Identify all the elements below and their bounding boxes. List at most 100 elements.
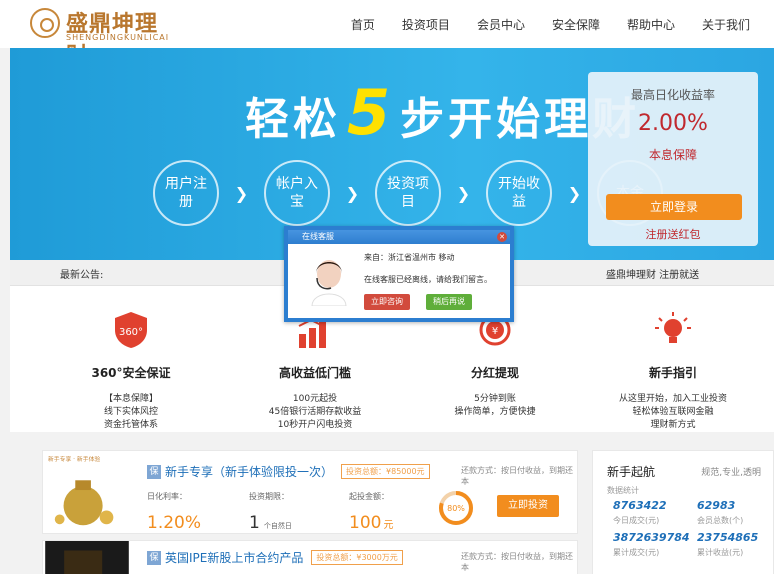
feature-desc-line: 【本息保障】	[103, 394, 158, 404]
chevron-right-icon: ❯	[456, 183, 471, 203]
logo-emblem-icon	[30, 8, 60, 38]
lightbulb-icon	[655, 312, 691, 343]
slogan-part-a: 轻松	[245, 94, 341, 145]
term-unit: 个自然日	[263, 522, 292, 530]
min-amount-unit: 元	[383, 520, 394, 531]
panel-title: 新手起航	[607, 465, 656, 479]
guarantee-text: 本息保障	[648, 148, 697, 162]
svg-text:¥: ¥	[492, 326, 498, 337]
product-name[interactable]: 新手专享（新手体验限投一次）	[165, 463, 333, 480]
close-icon[interactable]: ✕	[497, 232, 507, 242]
repay-method: 还款方式：按日付收益，到期还本	[461, 552, 573, 572]
feature-desc: 【本息保障】 线下实体风控 资金托管体系	[46, 393, 216, 432]
feature-desc-line: 资金托管体系	[103, 420, 158, 430]
offline-message: 在线客服已经离线，请给我们留言。	[364, 275, 492, 284]
invest-now-button[interactable]: 立即投资	[497, 495, 559, 517]
agent-avatar	[311, 260, 347, 306]
feature-desc-line: 操作简单，方便快捷	[454, 407, 536, 417]
later-button[interactable]: 稍后再说	[426, 294, 472, 310]
nav-projects[interactable]: 投资项目	[402, 16, 450, 33]
term-number: 1	[249, 513, 260, 533]
nav-help[interactable]: 帮助中心	[627, 16, 675, 33]
rate-label: 日化利率：	[147, 492, 187, 501]
nav-about[interactable]: 关于我们	[702, 16, 750, 33]
site-header: 盛鼎坤理财 SHENGDINGKUNLICAI 首页 投资项目 会员中心 安全保…	[0, 0, 774, 69]
feature-desc-line: 10秒开户闪电投资	[277, 420, 353, 430]
max-rate-value: 2.00%	[638, 111, 708, 136]
page: 盛鼎坤理财 SHENGDINGKUNLICAI 首页 投资项目 会员中心 安全保…	[0, 0, 774, 574]
feature-desc: 100元起投 45倍银行活期存款收益 10秒开户闪电投资	[230, 393, 400, 432]
nav-member[interactable]: 会员中心	[477, 16, 525, 33]
progress-label: 80%	[447, 504, 465, 513]
slogan-five: 5	[347, 76, 395, 149]
step-account: 帐户入宝	[264, 160, 330, 226]
panel-subtitle: 规范,专业,透明	[701, 468, 761, 478]
stats-caption: 数据统计	[607, 486, 639, 495]
rate-value: 1.20%	[147, 513, 202, 533]
feature-title: 360°安全保证	[91, 366, 171, 380]
steps-row: 用户注册 ❯ 帐户入宝 ❯ 投资项目 ❯ 开始收益 ❯ 本金	[153, 160, 663, 226]
product-limit: 投资总额：¥3000万元	[311, 550, 403, 565]
feature-desc-line: 45倍银行活期存款收益	[268, 407, 362, 417]
site-logo[interactable]: 盛鼎坤理财 SHENGDINGKUNLICAI	[30, 6, 180, 69]
feature-desc-line: 轻松体验互联网金融	[632, 407, 714, 417]
stat-value: 62983	[697, 499, 736, 512]
feature-title: 新手指引	[648, 366, 697, 380]
consult-now-button[interactable]: 立即咨询	[364, 294, 410, 310]
product-header: 保 英国IPE新股上市合约产品 投资总额：¥3000万元	[147, 549, 403, 566]
shield-360-icon: 360°	[115, 312, 147, 348]
nav-security[interactable]: 安全保障	[552, 16, 600, 33]
feature-returns: 高收益低门槛 100元起投 45倍银行活期存款收益 10秒开户闪电投资	[230, 310, 400, 432]
feature-desc-line: 从这里开始，加入工业投资	[618, 394, 727, 404]
visitor-location: 来自：浙江省温州市 移动	[364, 253, 455, 262]
feature-desc-line: 线下实体风控	[103, 407, 158, 417]
step-invest: 投资项目	[375, 160, 441, 226]
feature-desc-line: 5分钟到账	[474, 394, 516, 404]
product-card: 新手专享 · 新手体验 保 新手专享（新手体验限投一次） 投资总额：¥85000…	[42, 450, 578, 534]
term-value: 1 个自然日	[249, 513, 292, 533]
notice-label: 最新公告:	[60, 270, 104, 281]
nav-home[interactable]: 首页	[351, 16, 375, 33]
stat-label: 累计成交(元)	[613, 548, 660, 557]
max-rate-title: 最高日化收益率	[630, 88, 715, 102]
chevron-right-icon: ❯	[234, 183, 249, 203]
money-bag-image: 新手专享 · 新手体验	[43, 451, 131, 533]
stat-label: 累计收益(元)	[697, 548, 744, 557]
min-amount-label: 起投金额：	[349, 492, 389, 501]
stat-value: 23754865	[697, 531, 759, 544]
feature-security: 360° 360°安全保证 【本息保障】 线下实体风控 资金托管体系	[46, 310, 216, 432]
product-header: 保 新手专享（新手体验限投一次） 投资总额：¥85000元	[147, 463, 430, 480]
progress-ring: 80%	[439, 491, 473, 525]
online-service-popup: 在线客服 ✕ 来自：浙江省温州市 移动 在线客服已经离线，请给我们留言。 立即咨…	[284, 226, 514, 322]
min-amount-value: 100 元	[349, 513, 393, 533]
step-register: 用户注册	[153, 160, 219, 226]
notice-right-text[interactable]: 盛鼎坤理财 注册就送	[606, 266, 699, 281]
stat-label: 今日成交(元)	[613, 516, 660, 525]
banner-slogan: 轻松5 步开始理财	[245, 76, 640, 149]
product-limit: 投资总额：¥85000元	[341, 464, 430, 479]
product-name[interactable]: 英国IPE新股上市合约产品	[165, 549, 303, 566]
svg-text:360°: 360°	[119, 327, 143, 338]
guarantee-badge-icon: 保	[147, 550, 161, 565]
product-card: 保 英国IPE新股上市合约产品 投资总额：¥3000万元 还款方式：按日付收益，…	[42, 540, 578, 574]
feature-title: 分红提现	[470, 366, 519, 380]
feature-title: 高收益低门槛	[278, 366, 351, 380]
repay-method: 还款方式：按日付收益，到期还本	[461, 466, 573, 486]
stat-value: 3872639784	[613, 531, 690, 544]
stat-label: 会员总数(个)	[697, 516, 744, 525]
ipe-product-image	[43, 541, 131, 574]
login-button[interactable]: 立即登录	[606, 194, 742, 220]
min-amount-number: 100	[349, 513, 382, 533]
feature-desc-line: 100元起投	[292, 394, 338, 404]
register-link[interactable]: 注册送红包	[588, 226, 758, 242]
product-image-caption: 新手专享 · 新手体验	[48, 455, 100, 463]
feature-desc: 从这里开始，加入工业投资 轻松体验互联网金融 理财新方式	[588, 393, 758, 432]
stat-value: 8763422	[613, 499, 667, 512]
feature-withdraw: ¥ 分红提现 5分钟到账 操作简单，方便快捷	[410, 310, 580, 419]
login-panel: 最高日化收益率 2.00% 本息保障 立即登录 注册送红包	[588, 72, 758, 246]
step-earn: 开始收益	[486, 160, 552, 226]
main-nav: 首页 投资项目 会员中心 安全保障 帮助中心 关于我们	[324, 16, 750, 33]
term-label: 投资期限：	[249, 492, 289, 501]
feature-guide: 新手指引 从这里开始，加入工业投资 轻松体验互联网金融 理财新方式	[588, 310, 758, 432]
guarantee-badge-icon: 保	[147, 464, 161, 479]
